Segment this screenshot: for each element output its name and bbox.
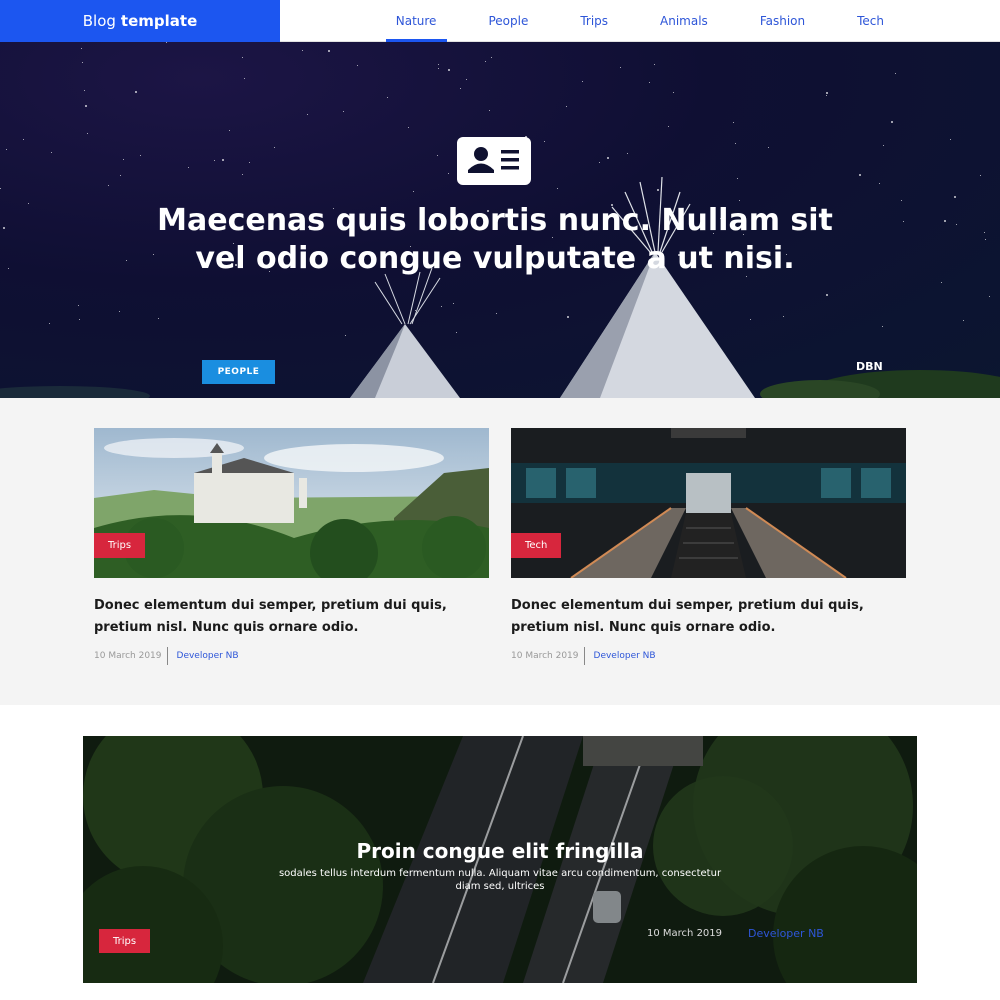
nav-item-trips[interactable]: Trips [554,0,634,42]
post-category-tag[interactable]: Trips [94,533,146,558]
site-header: Blog template Nature People Trips Animal… [0,0,1000,42]
escalator-illustration [511,428,906,578]
post-date: 10 March 2019 [94,647,168,665]
brand-logo[interactable]: Blog template [0,0,280,42]
hero-author: DBN [856,360,883,373]
post-author-link[interactable]: Developer NB [585,651,656,661]
nav-item-nature[interactable]: Nature [385,0,463,42]
featured-category-tag[interactable]: Trips [99,929,151,953]
featured-title[interactable]: Proin congue elit fringilla [83,839,917,863]
hero-category-badge[interactable]: PEOPLE [202,360,275,384]
hero-banner[interactable]: Maecenas quis lobortis nunc. Nullam sit … [0,42,1000,398]
post-card[interactable]: Trips Donec elementum dui semper, pretiu… [94,428,489,665]
posts-section: Trips Donec elementum dui semper, pretiu… [0,398,1000,705]
id-card-icon [457,137,531,185]
featured-post[interactable]: Proin congue elit fringilla sodales tell… [83,736,917,983]
post-date: 10 March 2019 [511,647,585,665]
escalator-image[interactable]: Tech [511,428,906,578]
nav-item-fashion[interactable]: Fashion [734,0,831,42]
featured-excerpt: sodales tellus interdum fermentum nulla.… [278,868,722,892]
nav-item-people[interactable]: People [462,0,554,42]
post-card[interactable]: Tech Donec elementum dui semper, pretium… [511,428,906,665]
post-meta: 10 March 2019 Developer NB [94,647,489,665]
castle-illustration [94,428,489,578]
brand-bold-text: template [120,12,198,30]
hero-title[interactable]: Maecenas quis lobortis nunc. Nullam sit … [150,202,840,278]
post-title[interactable]: Donec elementum dui semper, pretium dui … [94,595,489,639]
post-author-link[interactable]: Developer NB [168,651,239,661]
nav-item-tech[interactable]: Tech [831,0,910,42]
brand-light-text: Blog [82,12,116,30]
post-title[interactable]: Donec elementum dui semper, pretium dui … [511,595,906,639]
post-category-tag[interactable]: Tech [511,533,562,558]
featured-author-link[interactable]: Developer NB [748,927,824,940]
main-nav: Nature People Trips Animals Fashion Tech [385,0,910,42]
nav-item-animals[interactable]: Animals [634,0,734,42]
post-meta: 10 March 2019 Developer NB [511,647,906,665]
featured-date: 10 March 2019 [647,928,723,939]
castle-image[interactable]: Trips [94,428,489,578]
